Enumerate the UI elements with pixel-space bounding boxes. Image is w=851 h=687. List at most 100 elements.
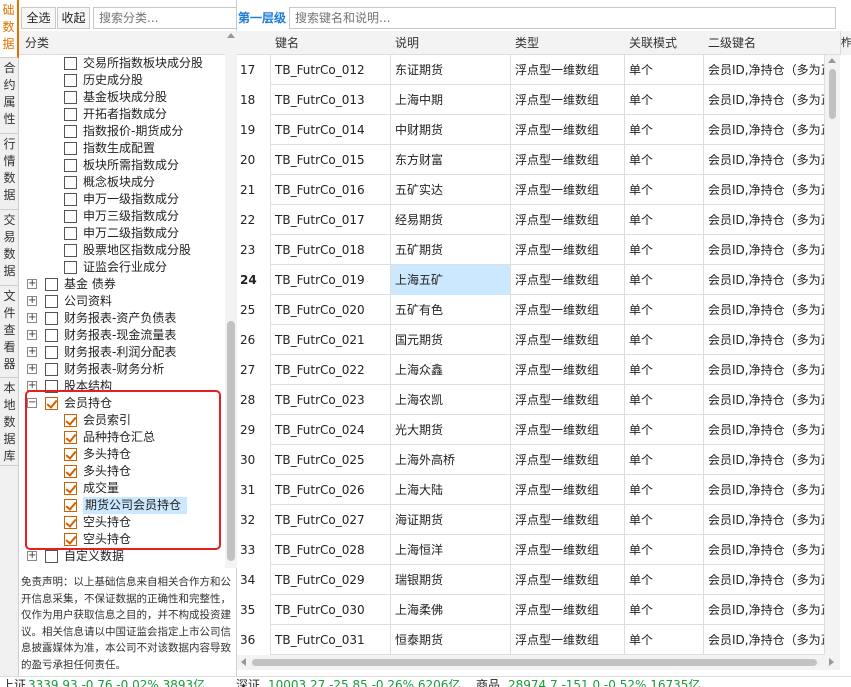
tree-node[interactable]: 申万三级指数成分	[19, 208, 227, 225]
cell-desc[interactable]: 东证期货	[391, 55, 511, 85]
cell-type[interactable]: 浮点型一维数组	[511, 205, 625, 235]
expand-icon[interactable]: +	[27, 364, 37, 374]
table-row[interactable]: 28 TB_FutrCo_023 上海农凯 浮点型一维数组 单个 会员ID,净持仓（多为正	[237, 385, 825, 415]
cell-desc[interactable]: 海证期货	[391, 505, 511, 535]
cell-idx[interactable]: 30	[237, 445, 271, 475]
expand-icon[interactable]: +	[27, 381, 37, 391]
cell-sub[interactable]: 会员ID,净持仓（多为正	[704, 295, 825, 325]
cell-key[interactable]: TB_FutrCo_014	[271, 115, 391, 145]
tree-node[interactable]: 指数报价-期货成分	[19, 123, 227, 140]
tree-checkbox[interactable]	[45, 329, 58, 342]
cell-sub[interactable]: 会员ID,净持仓（多为正	[704, 85, 825, 115]
cell-desc[interactable]: 光大期货	[391, 415, 511, 445]
tree-checkbox[interactable]	[64, 431, 77, 444]
tree-checkbox[interactable]	[64, 57, 77, 70]
tree-node[interactable]: 成交量	[19, 480, 227, 497]
tree-checkbox[interactable]	[45, 346, 58, 359]
cell-key[interactable]: TB_FutrCo_019	[271, 265, 391, 295]
tree-checkbox[interactable]	[64, 482, 77, 495]
tree-checkbox[interactable]	[64, 465, 77, 478]
table-row[interactable]: 18 TB_FutrCo_013 上海中期 浮点型一维数组 单个 会员ID,净持仓（多为正	[237, 85, 825, 115]
cell-key[interactable]: TB_FutrCo_025	[271, 445, 391, 475]
side-tab-2[interactable]: 行情数据	[0, 134, 19, 210]
tree-checkbox[interactable]	[64, 516, 77, 529]
tree-node[interactable]: + 基金 债券	[19, 276, 227, 293]
tree-checkbox[interactable]	[64, 108, 77, 121]
cell-key[interactable]: TB_FutrCo_030	[271, 595, 391, 625]
cell-sub[interactable]: 会员ID,净持仓（多为正	[704, 325, 825, 355]
grid-hscroll-thumb[interactable]	[252, 659, 817, 666]
cell-sub[interactable]: 会员ID,净持仓（多为正	[704, 505, 825, 535]
cell-type[interactable]: 浮点型一维数组	[511, 565, 625, 595]
table-row[interactable]: 26 TB_FutrCo_021 国元期货 浮点型一维数组 单个 会员ID,净持仓（多为正	[237, 325, 825, 355]
side-tab-1[interactable]: 合约属性	[0, 58, 19, 134]
tree-node[interactable]: + 股本结构	[19, 378, 227, 395]
side-tab-4[interactable]: 文件查看器	[0, 286, 19, 378]
table-row[interactable]: 22 TB_FutrCo_017 经易期货 浮点型一维数组 单个 会员ID,净持仓（多为正	[237, 205, 825, 235]
table-row[interactable]: 35 TB_FutrCo_030 上海柔佛 浮点型一维数组 单个 会员ID,净持仓（多为正	[237, 595, 825, 625]
tree-checkbox[interactable]	[45, 550, 58, 563]
tree-node[interactable]: 历史成分股	[19, 72, 227, 89]
scroll-up-icon[interactable]	[227, 33, 235, 38]
tree-node[interactable]: 申万一级指数成分	[19, 191, 227, 208]
cell-sub[interactable]: 会员ID,净持仓（多为正	[704, 535, 825, 565]
cell-idx[interactable]: 24	[237, 265, 271, 295]
cell-idx[interactable]: 17	[237, 55, 271, 85]
cell-type[interactable]: 浮点型一维数组	[511, 145, 625, 175]
tree-node[interactable]: 股票地区指数成分股	[19, 242, 227, 259]
cell-desc[interactable]: 上海柔佛	[391, 595, 511, 625]
cell-idx[interactable]: 18	[237, 85, 271, 115]
cell-desc[interactable]: 中财期货	[391, 115, 511, 145]
cell-mode[interactable]: 单个	[625, 475, 704, 505]
cell-type[interactable]: 浮点型一维数组	[511, 355, 625, 385]
grid-vscroll-thumb[interactable]	[829, 69, 836, 119]
cell-key[interactable]: TB_FutrCo_024	[271, 415, 391, 445]
tree-node[interactable]: 期货公司会员持仓	[19, 497, 227, 514]
cell-desc[interactable]: 上海农凯	[391, 385, 511, 415]
cell-desc[interactable]: 上海中期	[391, 85, 511, 115]
column-header-0[interactable]	[237, 31, 271, 55]
cell-mode[interactable]: 单个	[625, 55, 704, 85]
tree-checkbox[interactable]	[64, 244, 77, 257]
cell-type[interactable]: 浮点型一维数组	[511, 535, 625, 565]
cell-idx[interactable]: 31	[237, 475, 271, 505]
tree-node[interactable]: 空头持仓	[19, 514, 227, 531]
tree-node[interactable]: + 公司资料	[19, 293, 227, 310]
cell-key[interactable]: TB_FutrCo_012	[271, 55, 391, 85]
cell-mode[interactable]: 单个	[625, 355, 704, 385]
tree-node[interactable]: 多头持仓	[19, 463, 227, 480]
collapse-button[interactable]: 收起	[57, 7, 90, 29]
table-row[interactable]: 25 TB_FutrCo_020 五矿有色 浮点型一维数组 单个 会员ID,净持仓（多为正	[237, 295, 825, 325]
cell-sub[interactable]: 会员ID,净持仓（多为正	[704, 145, 825, 175]
tree-scrollbar[interactable]	[225, 31, 237, 568]
cell-desc[interactable]: 五矿期货	[391, 235, 511, 265]
cell-type[interactable]: 浮点型一维数组	[511, 595, 625, 625]
tree-node[interactable]: + 财务报表-财务分析	[19, 361, 227, 378]
cell-idx[interactable]: 36	[237, 625, 271, 655]
table-row[interactable]: 17 TB_FutrCo_012 东证期货 浮点型一维数组 单个 会员ID,净持仓（多为正	[237, 55, 825, 85]
tree-checkbox[interactable]	[64, 261, 77, 274]
tree-checkbox[interactable]	[64, 91, 77, 104]
cell-type[interactable]: 浮点型一维数组	[511, 445, 625, 475]
cell-mode[interactable]: 单个	[625, 85, 704, 115]
tree-node[interactable]: + 财务报表-资产负债表	[19, 310, 227, 327]
cell-sub[interactable]: 会员ID,净持仓（多为正	[704, 115, 825, 145]
tree-checkbox[interactable]	[64, 227, 77, 240]
cell-key[interactable]: TB_FutrCo_026	[271, 475, 391, 505]
cell-type[interactable]: 浮点型一维数组	[511, 115, 625, 145]
tree-node[interactable]: 申万二级指数成分	[19, 225, 227, 242]
cell-key[interactable]: TB_FutrCo_021	[271, 325, 391, 355]
tree-scroll-thumb[interactable]	[227, 321, 235, 561]
tree-checkbox[interactable]	[45, 397, 58, 410]
cell-sub[interactable]: 会员ID,净持仓（多为正	[704, 625, 825, 655]
column-header-1[interactable]: 键名	[271, 31, 391, 55]
cell-key[interactable]: TB_FutrCo_017	[271, 205, 391, 235]
cell-desc[interactable]: 恒泰期货	[391, 625, 511, 655]
cell-sub[interactable]: 会员ID,净持仓（多为正	[704, 235, 825, 265]
cell-type[interactable]: 浮点型一维数组	[511, 415, 625, 445]
table-row[interactable]: 34 TB_FutrCo_029 瑞银期货 浮点型一维数组 单个 会员ID,净持仓（多为正	[237, 565, 825, 595]
cell-type[interactable]: 浮点型一维数组	[511, 265, 625, 295]
tree-node[interactable]: + 自定义数据	[19, 548, 227, 565]
cell-sub[interactable]: 会员ID,净持仓（多为正	[704, 595, 825, 625]
cell-mode[interactable]: 单个	[625, 415, 704, 445]
